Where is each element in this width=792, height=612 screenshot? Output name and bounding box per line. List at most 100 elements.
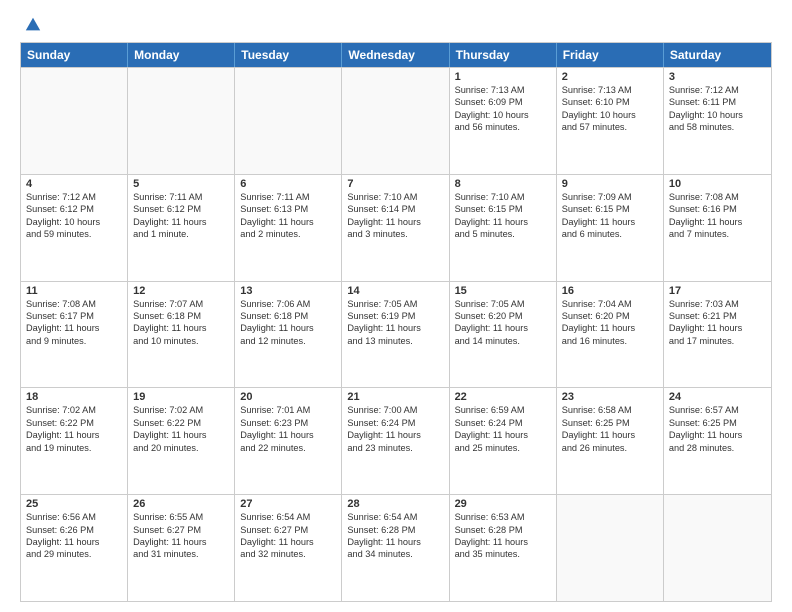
cell-line: Sunset: 6:28 PM — [455, 524, 551, 536]
cell-line: Daylight: 11 hours — [347, 429, 443, 441]
calendar-cell: 17Sunrise: 7:03 AMSunset: 6:21 PMDayligh… — [664, 282, 771, 388]
cell-line: Daylight: 11 hours — [562, 216, 658, 228]
cell-line: and 9 minutes. — [26, 335, 122, 347]
cell-line: and 34 minutes. — [347, 548, 443, 560]
day-number: 12 — [133, 285, 229, 297]
calendar-cell: 28Sunrise: 6:54 AMSunset: 6:28 PMDayligh… — [342, 495, 449, 601]
cell-line: Daylight: 11 hours — [240, 429, 336, 441]
calendar-cell: 21Sunrise: 7:00 AMSunset: 6:24 PMDayligh… — [342, 388, 449, 494]
day-number: 17 — [669, 285, 766, 297]
calendar-cell: 15Sunrise: 7:05 AMSunset: 6:20 PMDayligh… — [450, 282, 557, 388]
cell-line: Sunset: 6:15 PM — [562, 203, 658, 215]
cell-line: Sunrise: 6:53 AM — [455, 511, 551, 523]
day-number: 9 — [562, 178, 658, 190]
cell-line: and 31 minutes. — [133, 548, 229, 560]
cell-line: Sunset: 6:25 PM — [562, 417, 658, 429]
cell-line: Sunrise: 7:10 AM — [455, 191, 551, 203]
day-number: 15 — [455, 285, 551, 297]
day-number: 11 — [26, 285, 122, 297]
cell-line: Sunrise: 6:54 AM — [240, 511, 336, 523]
cell-line: Sunrise: 7:12 AM — [669, 84, 766, 96]
cell-line: Daylight: 11 hours — [562, 429, 658, 441]
cell-line: and 23 minutes. — [347, 442, 443, 454]
cell-line: Daylight: 11 hours — [26, 536, 122, 548]
day-number: 16 — [562, 285, 658, 297]
cell-line: and 5 minutes. — [455, 228, 551, 240]
calendar-cell — [342, 68, 449, 174]
cell-line: Daylight: 11 hours — [240, 322, 336, 334]
day-number: 6 — [240, 178, 336, 190]
day-number: 25 — [26, 498, 122, 510]
cell-line: Sunset: 6:28 PM — [347, 524, 443, 536]
cell-line: Sunrise: 7:02 AM — [26, 404, 122, 416]
cell-line: Sunrise: 7:05 AM — [455, 298, 551, 310]
cell-line: and 3 minutes. — [347, 228, 443, 240]
cell-line: Sunrise: 6:57 AM — [669, 404, 766, 416]
calendar-body: 1Sunrise: 7:13 AMSunset: 6:09 PMDaylight… — [21, 67, 771, 601]
cell-line: Sunset: 6:27 PM — [133, 524, 229, 536]
cell-line: Sunset: 6:16 PM — [669, 203, 766, 215]
calendar-cell: 5Sunrise: 7:11 AMSunset: 6:12 PMDaylight… — [128, 175, 235, 281]
cell-line: and 26 minutes. — [562, 442, 658, 454]
cell-line: Sunset: 6:27 PM — [240, 524, 336, 536]
cell-line: Sunset: 6:15 PM — [455, 203, 551, 215]
calendar-cell: 20Sunrise: 7:01 AMSunset: 6:23 PMDayligh… — [235, 388, 342, 494]
calendar-cell: 1Sunrise: 7:13 AMSunset: 6:09 PMDaylight… — [450, 68, 557, 174]
cell-line: Sunset: 6:12 PM — [133, 203, 229, 215]
cell-line: Daylight: 10 hours — [669, 109, 766, 121]
cell-line: Sunset: 6:17 PM — [26, 310, 122, 322]
calendar-cell: 3Sunrise: 7:12 AMSunset: 6:11 PMDaylight… — [664, 68, 771, 174]
cell-line: Daylight: 11 hours — [133, 322, 229, 334]
cell-line: Sunset: 6:13 PM — [240, 203, 336, 215]
cell-line: Sunrise: 6:55 AM — [133, 511, 229, 523]
day-number: 13 — [240, 285, 336, 297]
calendar-cell: 24Sunrise: 6:57 AMSunset: 6:25 PMDayligh… — [664, 388, 771, 494]
cell-line: and 29 minutes. — [26, 548, 122, 560]
calendar-cell: 6Sunrise: 7:11 AMSunset: 6:13 PMDaylight… — [235, 175, 342, 281]
cell-line: Sunrise: 7:09 AM — [562, 191, 658, 203]
header-day-thursday: Thursday — [450, 43, 557, 67]
calendar-cell: 10Sunrise: 7:08 AMSunset: 6:16 PMDayligh… — [664, 175, 771, 281]
cell-line: Sunset: 6:09 PM — [455, 96, 551, 108]
cell-line: Daylight: 10 hours — [26, 216, 122, 228]
cell-line: Daylight: 11 hours — [562, 322, 658, 334]
day-number: 2 — [562, 71, 658, 83]
cell-line: Sunset: 6:23 PM — [240, 417, 336, 429]
cell-line: Sunrise: 7:04 AM — [562, 298, 658, 310]
cell-line: Daylight: 11 hours — [669, 216, 766, 228]
cell-line: and 7 minutes. — [669, 228, 766, 240]
day-number: 1 — [455, 71, 551, 83]
calendar-cell — [664, 495, 771, 601]
calendar-cell — [128, 68, 235, 174]
cell-line: Sunrise: 7:06 AM — [240, 298, 336, 310]
calendar-cell: 19Sunrise: 7:02 AMSunset: 6:22 PMDayligh… — [128, 388, 235, 494]
cell-line: and 59 minutes. — [26, 228, 122, 240]
calendar-cell: 9Sunrise: 7:09 AMSunset: 6:15 PMDaylight… — [557, 175, 664, 281]
day-number: 20 — [240, 391, 336, 403]
cell-line: Daylight: 11 hours — [455, 429, 551, 441]
calendar-row-3: 18Sunrise: 7:02 AMSunset: 6:22 PMDayligh… — [21, 387, 771, 494]
cell-line: Sunset: 6:22 PM — [133, 417, 229, 429]
cell-line: and 2 minutes. — [240, 228, 336, 240]
cell-line: Daylight: 11 hours — [240, 216, 336, 228]
cell-line: Daylight: 11 hours — [347, 536, 443, 548]
calendar-cell — [557, 495, 664, 601]
day-number: 8 — [455, 178, 551, 190]
header-day-wednesday: Wednesday — [342, 43, 449, 67]
cell-line: Daylight: 11 hours — [26, 429, 122, 441]
cell-line: Sunrise: 7:11 AM — [240, 191, 336, 203]
cell-line: Daylight: 11 hours — [26, 322, 122, 334]
calendar-header: SundayMondayTuesdayWednesdayThursdayFrid… — [21, 43, 771, 67]
logo-icon — [24, 16, 42, 34]
cell-line: Sunset: 6:22 PM — [26, 417, 122, 429]
cell-line: Sunrise: 7:00 AM — [347, 404, 443, 416]
cell-line: Daylight: 11 hours — [455, 322, 551, 334]
day-number: 22 — [455, 391, 551, 403]
cell-line: Daylight: 11 hours — [669, 322, 766, 334]
cell-line: Daylight: 11 hours — [669, 429, 766, 441]
cell-line: Daylight: 11 hours — [455, 536, 551, 548]
cell-line: Daylight: 10 hours — [562, 109, 658, 121]
cell-line: and 19 minutes. — [26, 442, 122, 454]
header — [20, 16, 772, 32]
calendar-cell: 27Sunrise: 6:54 AMSunset: 6:27 PMDayligh… — [235, 495, 342, 601]
